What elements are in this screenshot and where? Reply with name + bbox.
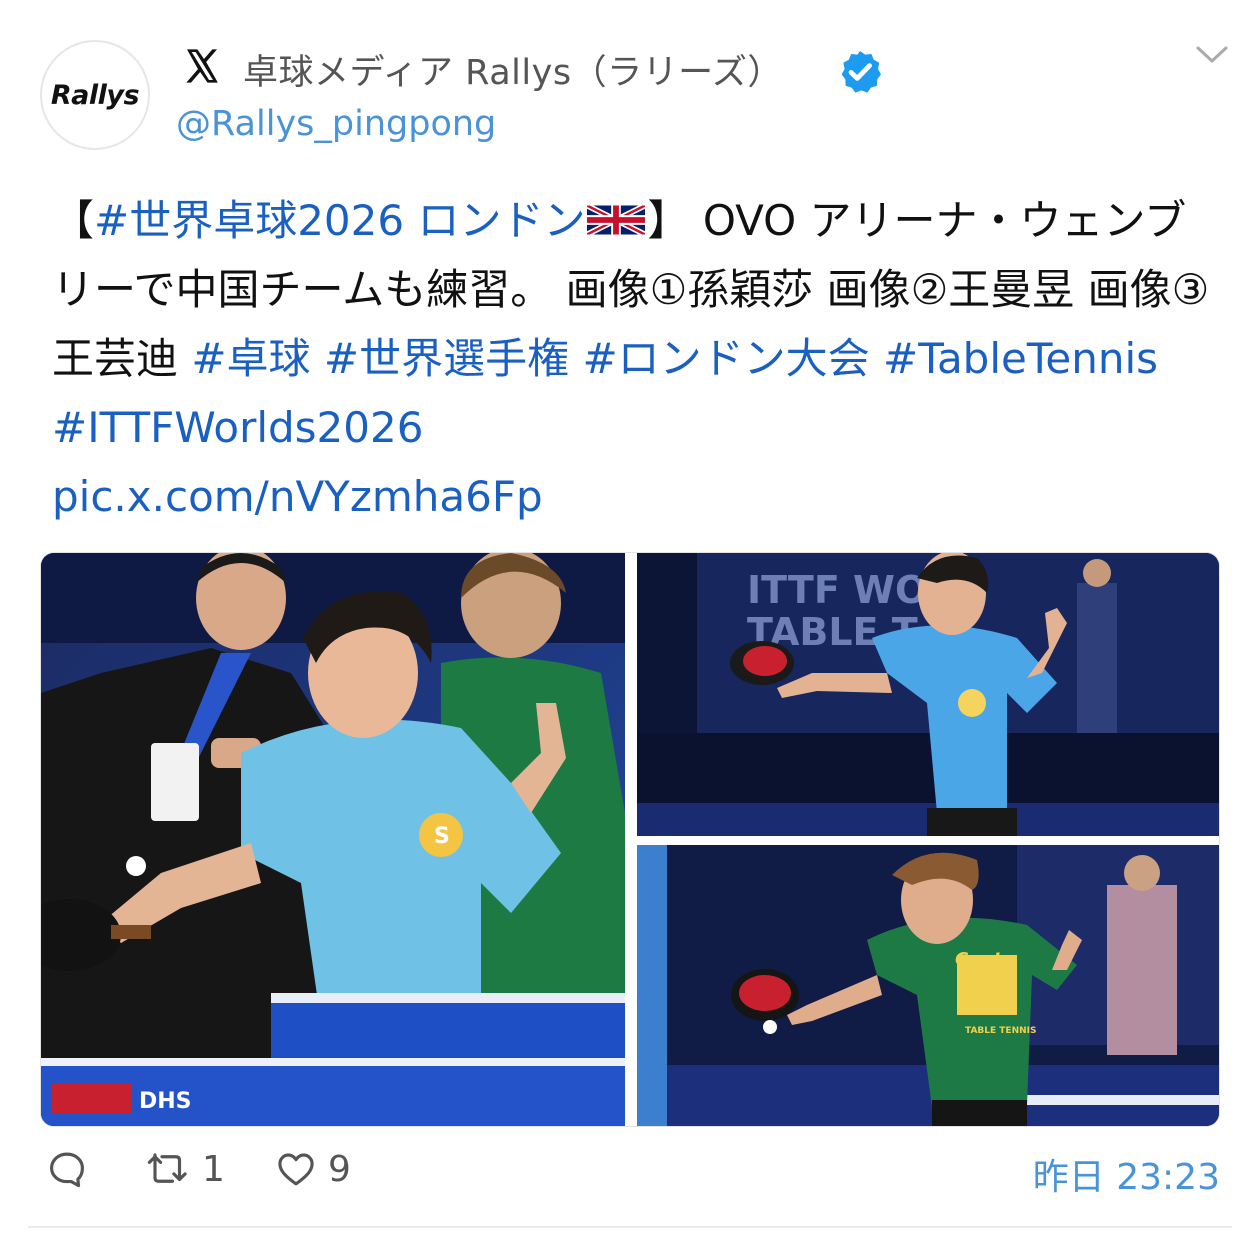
photo-2-image: ITTF WO TABLE T (637, 553, 1219, 836)
reply-icon (50, 1152, 84, 1188)
board-text: DHS (139, 1089, 192, 1114)
reply-button[interactable] (46, 1148, 98, 1190)
like-count: 9 (328, 1148, 351, 1190)
like-button[interactable]: 9 (274, 1148, 351, 1190)
retweet-icon (147, 1153, 187, 1183)
author-name[interactable]: 卓球メディア Rallys（ラリーズ） (243, 44, 783, 95)
bottom-divider (28, 1226, 1232, 1228)
chevron-down-icon[interactable] (1192, 40, 1232, 70)
event-city[interactable]: ロンドン (404, 196, 585, 245)
close-bracket: 】 (647, 196, 690, 245)
media-link[interactable]: pic.x.com/nVYzmha6Fp (52, 472, 543, 521)
author-avatar[interactable]: Rallys (40, 40, 150, 150)
retweet-count: 1 (202, 1148, 225, 1190)
hashtag-item[interactable]: #TableTennis (883, 334, 1158, 383)
hashtag-event[interactable]: #世界卓球2026 (94, 196, 404, 245)
open-bracket: 【 (52, 196, 95, 245)
x-logo-icon (186, 49, 218, 83)
action-bar: 1 9 昨日 23:23 (0, 1140, 1260, 1200)
shirt-text: Centr (955, 949, 1012, 970)
heart-icon (278, 1153, 314, 1186)
photo-3-image: Centr TABLE TENNIS (637, 845, 1219, 1126)
tweet-timestamp[interactable]: 昨日 23:23 (1033, 1148, 1220, 1200)
photo-1-image: S DHS (41, 553, 625, 1126)
photo-1[interactable]: S DHS (41, 553, 625, 1126)
retweet-button[interactable]: 1 (146, 1148, 225, 1190)
hashtag-item[interactable]: #ITTFWorlds2026 (52, 403, 423, 452)
hashtag-item[interactable]: #世界選手権 (324, 334, 569, 383)
hashtag-item[interactable]: #ロンドン大会 (582, 334, 869, 383)
photo-2[interactable]: ITTF WO TABLE T (637, 553, 1219, 836)
photo-3[interactable]: Centr TABLE TENNIS (637, 845, 1219, 1126)
hashtag-item[interactable]: #卓球 (191, 334, 310, 383)
author-handle[interactable]: @Rallys_pingpong (176, 104, 496, 144)
avatar-logo-text: Rallys (50, 79, 140, 111)
tweet-text: 【#世界卓球2026 ロンドン 】 OVO アリーナ・ウェンブリーで中国チームも… (52, 186, 1217, 531)
verified-badge-icon (841, 51, 881, 93)
uk-flag-icon (587, 205, 646, 235)
shirt-sub-text: TABLE TENNIS (965, 1026, 1036, 1036)
banner-text-1: ITTF WO (747, 568, 927, 612)
media-grid: S DHS ITTF WO TABLE T Centr TABLE TENNIS (40, 552, 1220, 1127)
svg-text:S: S (434, 824, 450, 849)
